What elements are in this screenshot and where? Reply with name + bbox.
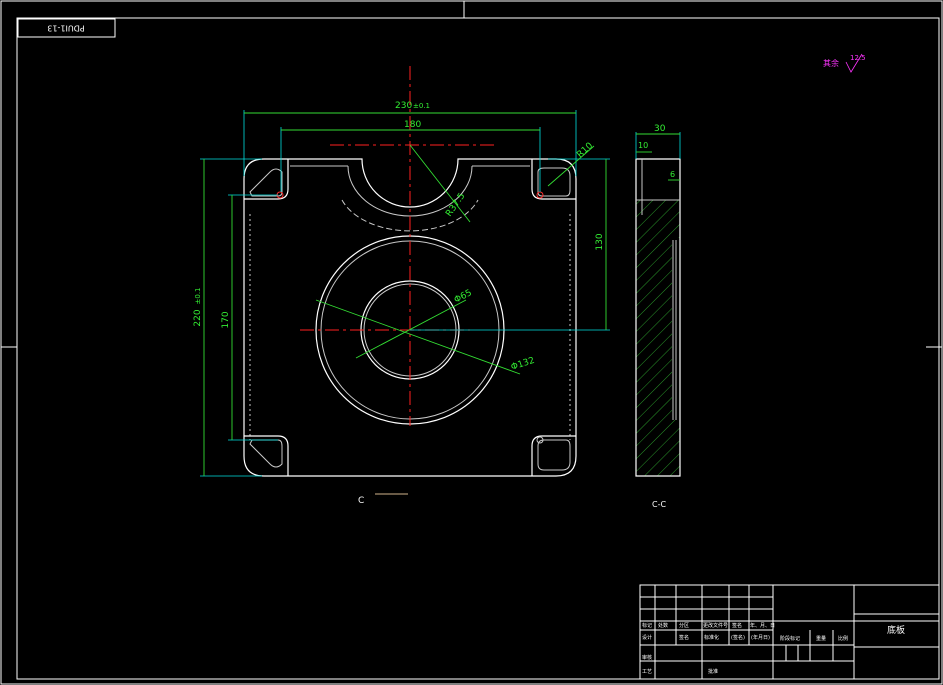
leader-bore-diameter: [355, 299, 467, 359]
dim-recess-depth: 6: [670, 170, 675, 179]
tb-header-5: 签名: [732, 622, 742, 629]
dim-step-depth: 10: [638, 141, 648, 150]
tb-footer-2: 工艺: [642, 669, 652, 675]
section-label-front: C: [358, 496, 364, 506]
tb-header-4: 更改文件号: [703, 622, 728, 629]
drawing-code-text: PDUI1-13: [47, 24, 84, 33]
dim-overall-height: 220: [193, 309, 203, 326]
dim-overall-width-tol: ±0.1: [413, 102, 430, 110]
dim-thickness: 30: [654, 124, 666, 134]
title-block: 底板 标记 处数 分区 更改文件号 签名 年、月、日 设计 签名 标准化 (签名…: [639, 584, 940, 680]
tb-row2-4: (签名): [731, 634, 745, 641]
dim-ring-diameter: Φ132: [510, 356, 536, 373]
dim-hole-spacing-y: 170: [221, 311, 231, 328]
tb-row2-5: (年月日): [751, 634, 770, 641]
dim-overall-height-tol: ±0.1: [194, 288, 202, 305]
corner-pocket-top-right-inner: [537, 167, 571, 197]
tb-stage-2: 重量: [816, 635, 826, 642]
sheet-inner-border: [16, 17, 940, 680]
corner-pocket-bottom-right-inner: [537, 439, 571, 471]
tb-row2-1: 设计: [642, 634, 652, 641]
part-name: 底板: [887, 624, 905, 636]
tb-header-1: 标记: [642, 622, 652, 629]
dim-hole-spacing-x: 180: [404, 120, 421, 130]
side-view: 30 10 6 C-C: [635, 124, 681, 509]
roughness-note: 其余: [823, 58, 839, 68]
tb-row2-3: 标准化: [704, 634, 719, 641]
dim-bore-diameter: Φ65: [453, 288, 474, 306]
dim-overall-width: 230: [395, 101, 412, 111]
tb-header-6: 年、月、日: [750, 622, 775, 629]
tb-stage-1: 阶段标记: [780, 635, 800, 642]
tb-footer-3: 批准: [708, 668, 718, 675]
corner-pocket-top-left-inner: [249, 168, 283, 197]
leader-ring-diameter: [315, 299, 521, 375]
dim-corner-radius: R10: [575, 141, 595, 160]
corner-pocket-bottom-left-inner: [249, 439, 283, 468]
corner-hole-top-right: [536, 191, 544, 199]
front-dimensions: 230 ±0.1 180 220 ±0.1 170 130 R10 R37.5 …: [193, 101, 610, 477]
tb-header-3: 分区: [679, 622, 689, 629]
sheet-outer-border: [0, 0, 943, 685]
tb-header-2: 处数: [658, 622, 668, 629]
tb-footer-1: 审核: [642, 654, 652, 661]
section-label-side: C-C: [652, 500, 666, 509]
front-view: C: [243, 66, 577, 506]
dim-center-offset: 130: [595, 233, 605, 250]
cad-drawing-canvas: PDUI1-13 其余 12.5 C 230 ±0.1 180 220 ±0.1…: [0, 0, 943, 685]
tb-row2-2: 签名: [679, 634, 689, 641]
tb-stage-3: 比例: [838, 635, 848, 642]
